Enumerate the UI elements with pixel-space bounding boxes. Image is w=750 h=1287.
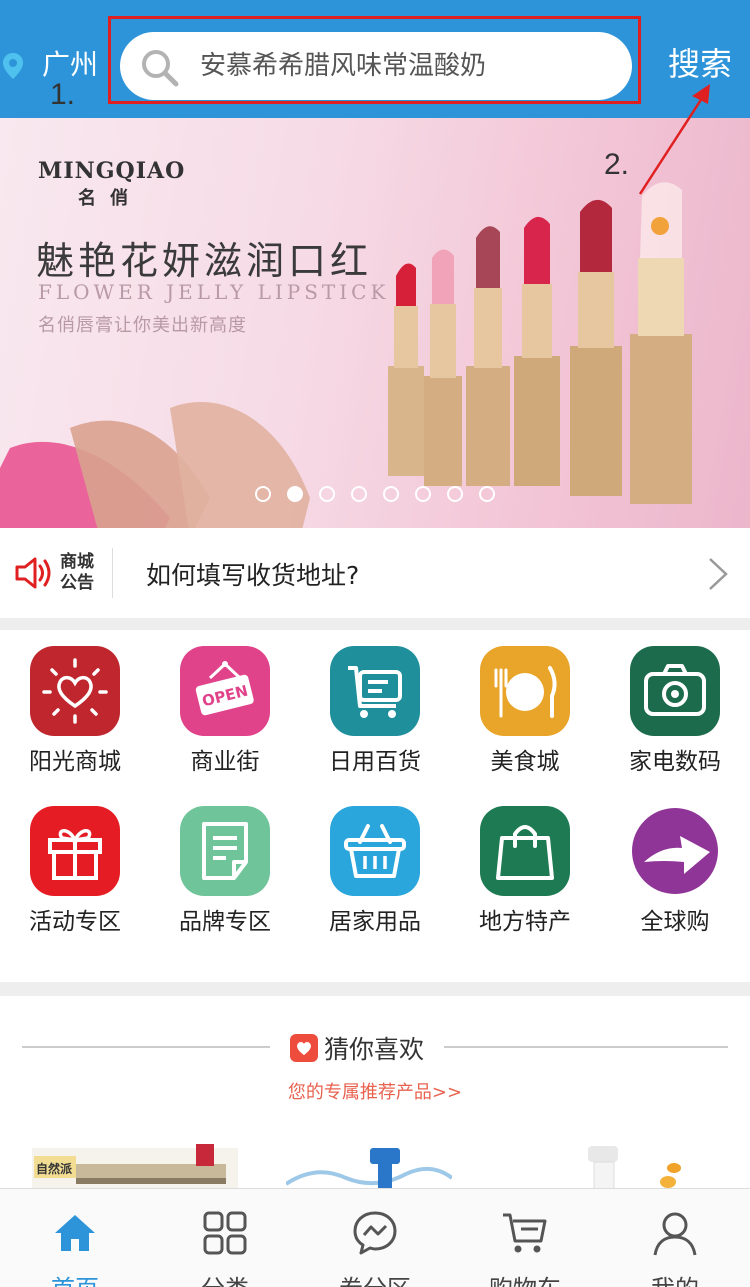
carousel-dot[interactable] (447, 486, 463, 502)
tab-label: 购物车 (450, 1269, 600, 1287)
annotation-highlight-box (108, 16, 641, 104)
carousel-dot[interactable] (415, 486, 431, 502)
tab-label: 我的 (600, 1269, 750, 1287)
tab-label: 首页 (0, 1269, 150, 1287)
brand-logo: MINGQIAO (38, 158, 186, 184)
shopping-bag-icon (480, 806, 570, 896)
product-thumbnail[interactable] (548, 1144, 688, 1188)
category-item[interactable]: 品牌专区 (150, 790, 300, 950)
brand-name-cn: 名俏 (78, 188, 142, 209)
announcement-text[interactable]: 如何填写收货地址? (146, 556, 359, 592)
divider (444, 1046, 728, 1048)
product-tag: 自然派 (36, 1162, 73, 1176)
category-label: 品牌专区 (179, 909, 271, 935)
lipsticks-image (388, 182, 692, 504)
announcement-bar[interactable]: 商城 公告 如何填写收货地址? (0, 528, 750, 618)
carousel-dot-active[interactable] (287, 486, 303, 502)
recommend-section: 猜你喜欢 您的专属推荐产品>> 自然派 (0, 996, 750, 1188)
category-label: 地方特产 (479, 909, 571, 935)
grid-icon (203, 1211, 247, 1255)
category-item[interactable]: 地方特产 (450, 790, 600, 950)
category-label: 全球购 (640, 909, 710, 935)
cart-icon (330, 646, 420, 736)
carousel-dot[interactable] (255, 486, 271, 502)
cart-icon (503, 1213, 547, 1253)
open-sign-icon: OPEN (180, 646, 270, 736)
category-item[interactable]: 全球购 (600, 790, 750, 950)
search-button[interactable]: 搜索 (668, 44, 732, 84)
divider (112, 548, 113, 598)
category-item[interactable]: 美食城 (450, 630, 600, 790)
banner-subtitle: 名俏唇膏让你美出新高度 (38, 315, 247, 336)
location-city[interactable]: 广州 (42, 48, 98, 82)
tab-coupon[interactable]: 券分区 (300, 1189, 450, 1287)
annotation-1: 1. (50, 78, 76, 111)
category-label: 家电数码 (629, 749, 721, 775)
category-label: 美食城 (490, 749, 560, 775)
document-icon (180, 806, 270, 896)
carousel-dot[interactable] (383, 486, 399, 502)
banner-english-title: FLOWER JELLY LIPSTICK (38, 280, 390, 304)
bottom-tab-bar: 首页 分类 券分区 购物车 我的 (0, 1188, 750, 1287)
tab-home[interactable]: 首页 (0, 1189, 150, 1287)
recommend-title: 猜你喜欢 (324, 1035, 425, 1064)
tab-category[interactable]: 分类 (150, 1189, 300, 1287)
divider (22, 1046, 270, 1048)
category-label: 日用百货 (329, 749, 421, 775)
product-thumbnail[interactable] (286, 1144, 452, 1188)
category-grid: 阳光商城 OPEN 商业街 日用百货 美食城 家电数码 活动专区 品牌专区 居家… (0, 630, 750, 982)
category-label: 居家用品 (329, 909, 421, 935)
heart-icon (290, 1034, 318, 1062)
category-label: 阳光商城 (29, 749, 121, 775)
category-item[interactable]: 家电数码 (600, 630, 750, 790)
category-item[interactable]: 阳光商城 (0, 630, 150, 790)
camera-icon (630, 646, 720, 736)
tab-profile[interactable]: 我的 (600, 1189, 750, 1287)
chevron-right-icon[interactable] (706, 556, 730, 592)
global-arrow-icon (630, 806, 720, 896)
category-label: 活动专区 (29, 909, 121, 935)
banner-title: 魅艳花妍滋润口红 (36, 239, 373, 283)
home-icon (55, 1215, 95, 1251)
tab-label: 分类 (150, 1269, 300, 1287)
tab-label: 券分区 (300, 1269, 450, 1287)
annotation-2: 2. (604, 148, 630, 181)
category-label: 商业街 (190, 749, 260, 775)
tab-cart[interactable]: 购物车 (450, 1189, 600, 1287)
category-item[interactable]: OPEN 商业街 (150, 630, 300, 790)
carousel-dot[interactable] (319, 486, 335, 502)
carousel-dot[interactable] (351, 486, 367, 502)
announcement-tag: 商城 公告 (60, 552, 94, 593)
category-item[interactable]: 居家用品 (300, 790, 450, 950)
category-item[interactable]: 日用百货 (300, 630, 450, 790)
recommend-subtitle[interactable]: 您的专属推荐产品>> (0, 1078, 750, 1104)
location-pin-icon[interactable] (2, 52, 24, 80)
sun-heart-icon (30, 646, 120, 736)
basket-icon (330, 806, 420, 896)
category-item[interactable]: 活动专区 (0, 790, 150, 950)
carousel-indicator (255, 486, 495, 502)
speaker-icon (15, 557, 51, 589)
carousel-dot[interactable] (479, 486, 495, 502)
user-icon (653, 1212, 697, 1256)
annotation-arrow (638, 84, 710, 195)
gift-icon (30, 806, 120, 896)
plate-cutlery-icon (480, 646, 570, 736)
lipstick-smear-image (0, 402, 310, 528)
chat-bubble-icon (353, 1211, 397, 1255)
